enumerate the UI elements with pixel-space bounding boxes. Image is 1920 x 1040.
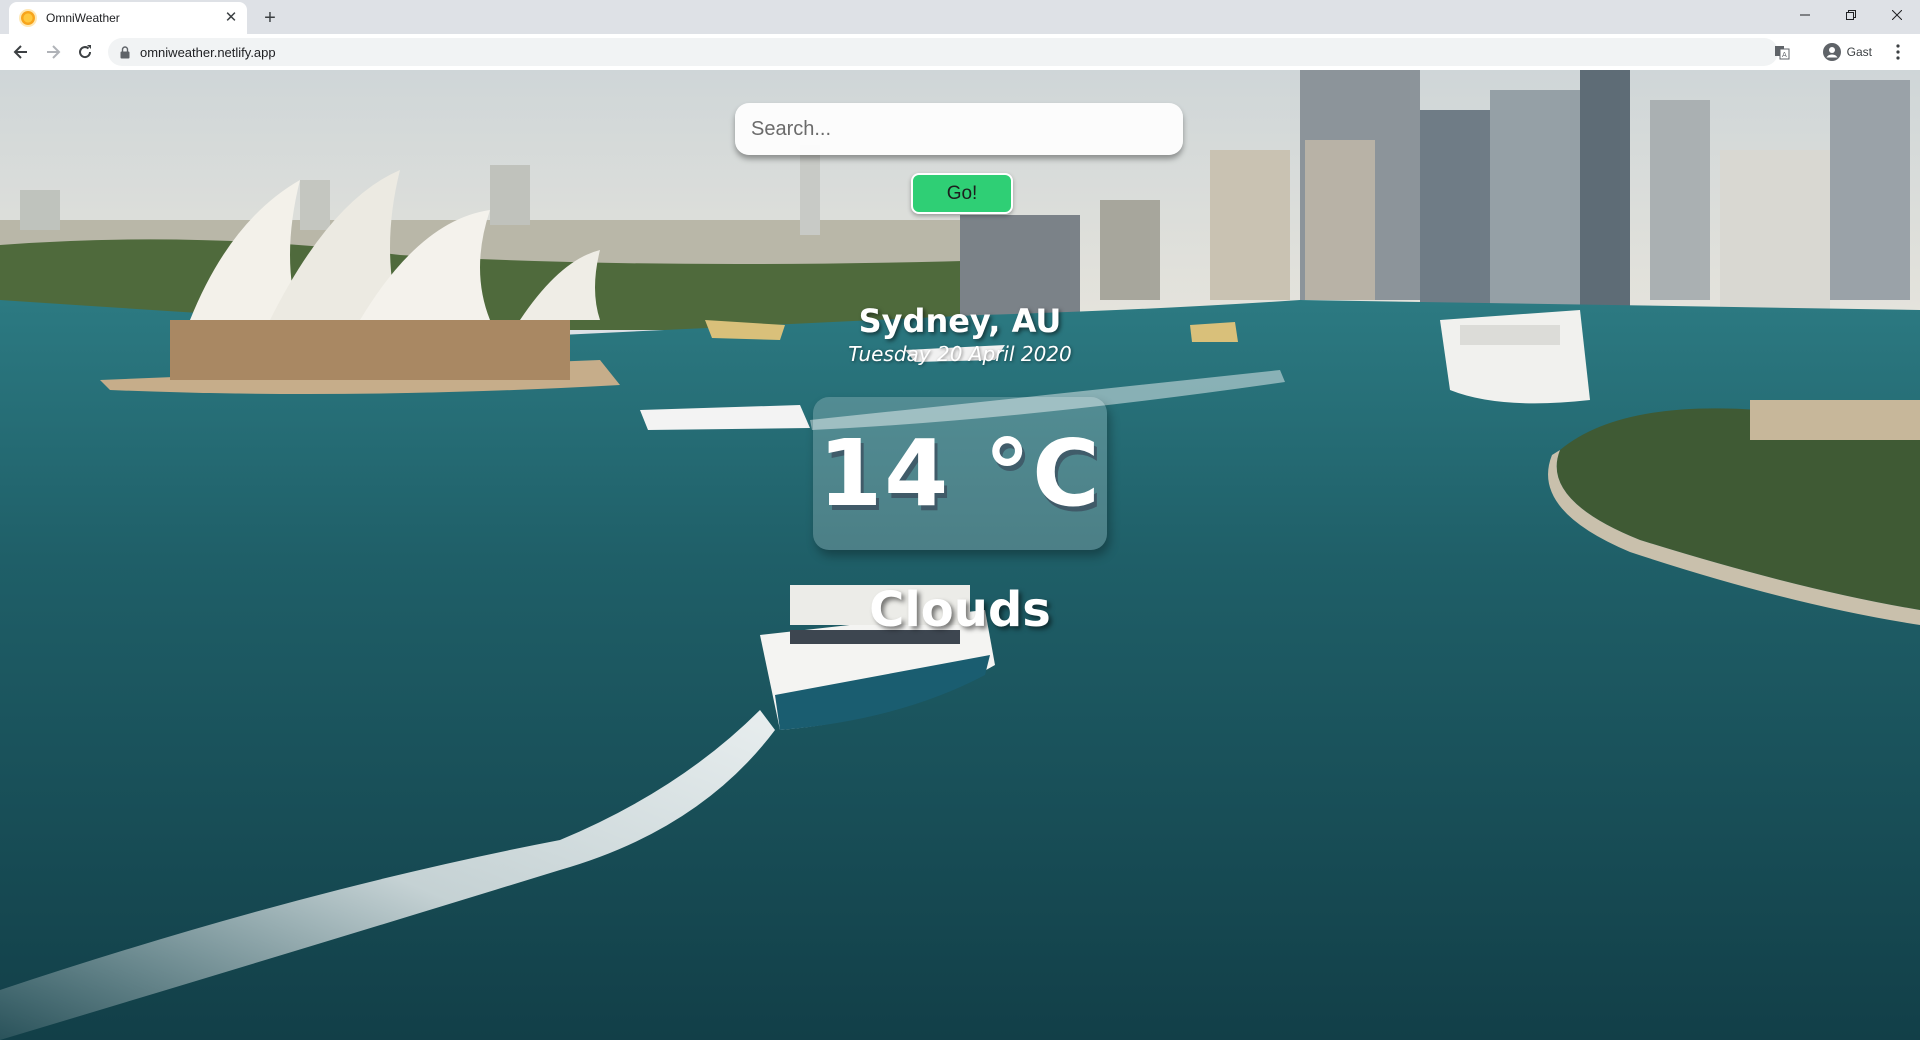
location-title: Sydney, AU [858,302,1062,340]
profile-button[interactable]: Gast [1817,39,1882,65]
profile-label: Gast [1846,45,1872,59]
date-label: Tuesday 20 April 2020 [848,342,1072,366]
restore-button[interactable] [1828,0,1874,30]
close-window-button[interactable] [1874,0,1920,30]
url-text: omniweather.netlify.app [140,44,276,60]
reload-button[interactable] [72,39,98,65]
translate-button[interactable]: A [1772,42,1792,62]
new-tab-button[interactable]: + [257,5,283,31]
avatar-icon [1822,43,1841,61]
window-controls [1782,0,1920,30]
temperature-value: 14 °C [818,420,1102,527]
harbour-background-image [0,70,1920,1040]
plus-icon: + [264,7,276,29]
lock-icon [120,45,130,58]
browser-toolbar: omniweather.netlify.app A Gast [0,34,1920,71]
search-input[interactable] [735,103,1183,155]
svg-text:A: A [1782,51,1787,59]
browser-tab[interactable]: OmniWeather ✕ [9,2,247,34]
forward-button[interactable] [40,39,66,65]
page-viewport: Go! Sydney, AU Tuesday 20 April 2020 14 … [0,70,1920,1040]
back-button[interactable] [8,39,34,65]
restore-icon [1846,10,1856,20]
browser-menu-button[interactable] [1888,42,1908,62]
forward-arrow-icon [47,45,61,59]
sun-icon [21,11,35,25]
tab-title: OmniWeather [46,11,120,25]
go-button[interactable]: Go! [911,173,1013,214]
reload-icon [79,45,92,59]
minimize-icon [1800,14,1810,16]
translate-icon: A [1775,46,1790,60]
close-icon[interactable]: ✕ [223,10,239,26]
weather-condition: Clouds [869,582,1051,638]
close-window-icon [1892,10,1902,20]
minimize-button[interactable] [1782,0,1828,30]
back-arrow-icon [13,45,27,59]
kebab-menu-icon [1896,44,1900,60]
tab-strip: OmniWeather ✕ + [0,0,1920,34]
temperature-card: 14 °C [813,397,1107,550]
address-bar[interactable]: omniweather.netlify.app [108,38,1778,66]
